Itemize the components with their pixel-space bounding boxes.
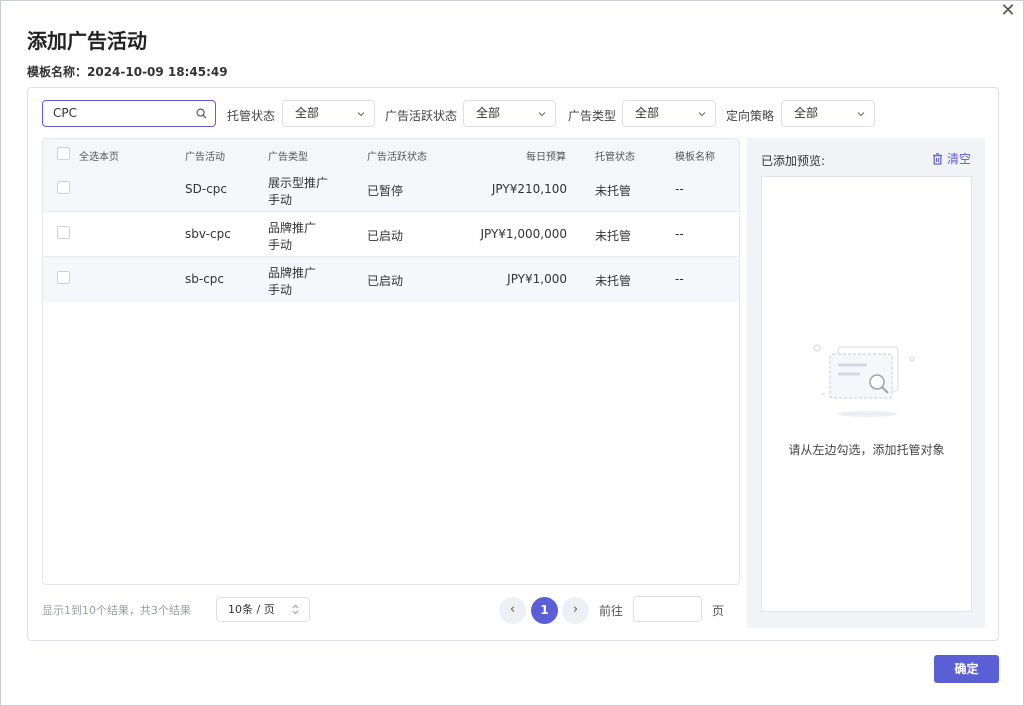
active-status-select[interactable]: 全部: [463, 100, 556, 127]
managed-status: 未托管: [595, 229, 632, 243]
empty-state-text: 请从左边勾选，添加托管对象: [788, 443, 945, 457]
header-managed-status: 托管状态: [595, 152, 635, 163]
strategy-select[interactable]: 全部: [781, 100, 875, 127]
close-icon[interactable]: ✕: [997, 1, 1019, 23]
daily-budget: JPY¥210,100: [491, 182, 567, 196]
ad-type-select[interactable]: 全部: [622, 100, 716, 127]
main-panel: CPC 托管状态 全部 广告活跃状态 全部 广告类型 全部 定向策略 全部 全选…: [27, 87, 999, 641]
header-ad-type: 广告类型: [268, 152, 308, 163]
row-checkbox[interactable]: [57, 271, 70, 284]
added-preview-panel: 已添加预览: 清空 请从左边勾选，添加托管对象: [747, 138, 985, 628]
strategy-value: 全部: [794, 106, 819, 120]
template-name-cell: --: [675, 272, 684, 286]
managed-status-value: 全部: [295, 106, 320, 120]
ad-type-line1: 品牌推广: [268, 221, 317, 235]
table-row[interactable]: SD-cpc 展示型推广 手动 已暂停 JPY¥210,100 未托管 --: [43, 167, 739, 212]
ad-type-label: 广告类型: [568, 109, 617, 123]
table-row[interactable]: sb-cpc 品牌推广 手动 已启动 JPY¥1,000 未托管 --: [43, 257, 739, 302]
clear-button[interactable]: 清空: [932, 150, 971, 167]
preview-list: 请从左边勾选，添加托管对象: [761, 176, 972, 612]
ad-type-line1: 品牌推广: [268, 266, 317, 280]
empty-state-illustration: [813, 344, 915, 417]
ad-type-line1: 展示型推广: [268, 176, 329, 190]
chevron-down-icon: [698, 112, 706, 117]
header-daily-budget: 每日预算: [526, 152, 566, 163]
ad-type-value: 全部: [635, 106, 660, 120]
search-input[interactable]: CPC: [42, 100, 216, 127]
campaign-name: sb-cpc: [185, 272, 225, 286]
active-status-label: 广告活跃状态: [385, 109, 458, 123]
preview-title: 已添加预览:: [761, 154, 826, 168]
table-header: 全选本页 广告活动 广告类型 广告活跃状态 每日预算 托管状态 模板名称: [43, 139, 739, 167]
add-campaign-dialog: ✕ 添加广告活动 模板名称：2024-10-09 18:45:49 CPC 托管…: [0, 0, 1024, 706]
managed-status: 未托管: [595, 184, 632, 198]
search-value: CPC: [53, 106, 77, 120]
page-size-select[interactable]: 10条 / 页: [216, 597, 310, 622]
result-summary: 显示1到10个结果，共3个结果: [42, 604, 191, 617]
chevron-down-icon: [538, 112, 546, 117]
goto-label: 前往: [599, 604, 624, 618]
daily-budget: JPY¥1,000,000: [480, 227, 567, 241]
header-template-name: 模板名称: [675, 152, 715, 163]
chevron-down-icon: [357, 112, 365, 117]
campaign-name: SD-cpc: [185, 182, 227, 196]
header-active-status: 广告活跃状态: [367, 152, 427, 163]
managed-status: 未托管: [595, 274, 632, 288]
page-size-value: 10条 / 页: [228, 603, 275, 616]
template-name: 模板名称：2024-10-09 18:45:49: [27, 65, 228, 79]
campaign-table: 全选本页 广告活动 广告类型 广告活跃状态 每日预算 托管状态 模板名称 SD-…: [42, 138, 740, 585]
active-status: 已暂停: [367, 184, 404, 198]
active-status-value: 全部: [476, 106, 501, 120]
clear-label: 清空: [946, 152, 971, 166]
sort-updown-icon: [292, 604, 299, 615]
active-status: 已启动: [367, 274, 404, 288]
ad-type-line2: 手动: [268, 193, 293, 207]
ad-type-line2: 手动: [268, 283, 293, 297]
dialog-title: 添加广告活动: [27, 29, 147, 53]
strategy-label: 定向策略: [726, 109, 775, 123]
confirm-button[interactable]: 确定: [934, 655, 999, 683]
ad-type-line2: 手动: [268, 238, 293, 252]
next-page-button[interactable]: ›: [562, 597, 589, 624]
daily-budget: JPY¥1,000: [507, 272, 567, 286]
goto-page-input[interactable]: [633, 596, 702, 622]
campaign-name: sbv-cpc: [185, 227, 231, 241]
row-checkbox[interactable]: [57, 181, 70, 194]
managed-status-select[interactable]: 全部: [282, 100, 375, 127]
header-select-all: 全选本页: [79, 152, 119, 163]
table-row[interactable]: sbv-cpc 品牌推广 手动 已启动 JPY¥1,000,000 未托管 --: [43, 212, 739, 257]
template-name-cell: --: [675, 182, 684, 196]
row-checkbox[interactable]: [57, 226, 70, 239]
prev-page-button[interactable]: ‹: [499, 597, 526, 624]
chevron-down-icon: [857, 112, 865, 117]
managed-status-label: 托管状态: [227, 109, 276, 123]
template-name-cell: --: [675, 227, 684, 241]
select-all-checkbox[interactable]: [57, 147, 70, 160]
search-icon: [196, 108, 207, 119]
trash-icon: [932, 153, 942, 165]
active-status: 已启动: [367, 229, 404, 243]
page-suffix: 页: [712, 604, 725, 618]
header-campaign: 广告活动: [185, 152, 225, 163]
page-1-button[interactable]: 1: [531, 597, 558, 624]
